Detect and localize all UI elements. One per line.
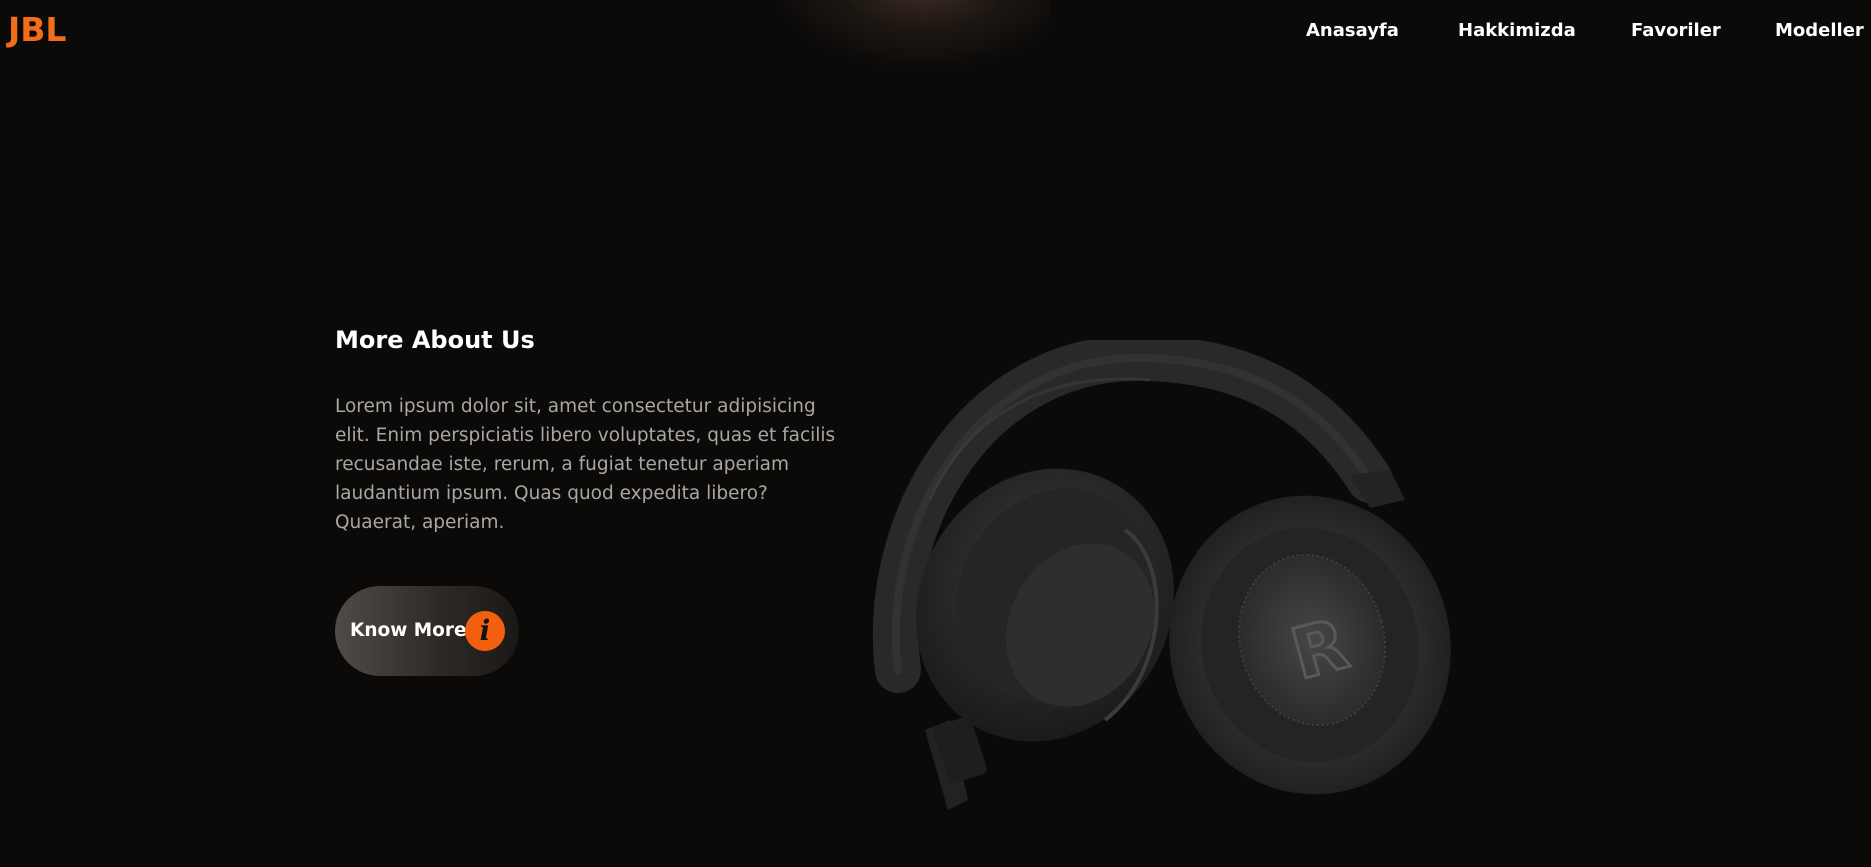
nav-item-hakkimizda[interactable]: Hakkimizda <box>1458 20 1576 41</box>
nav-item-modeller[interactable]: Modeller <box>1775 20 1864 41</box>
main-nav: Anasayfa Hakkimizda Favoriler Modeller <box>0 20 1871 44</box>
headphones-icon: R <box>872 340 1451 810</box>
nav-item-favoriler[interactable]: Favoriler <box>1631 20 1721 41</box>
about-title: More About Us <box>335 326 535 354</box>
nav-item-anasayfa[interactable]: Anasayfa <box>1306 20 1399 41</box>
info-glyph: i <box>479 614 491 647</box>
page: JBL Anasayfa Hakkimizda Favoriler Modell… <box>0 0 1871 867</box>
know-more-button[interactable]: Know More i <box>335 586 519 676</box>
know-more-label: Know More <box>350 620 467 641</box>
info-icon: i <box>465 611 505 651</box>
about-description: Lorem ipsum dolor sit, amet consectetur … <box>335 396 836 533</box>
